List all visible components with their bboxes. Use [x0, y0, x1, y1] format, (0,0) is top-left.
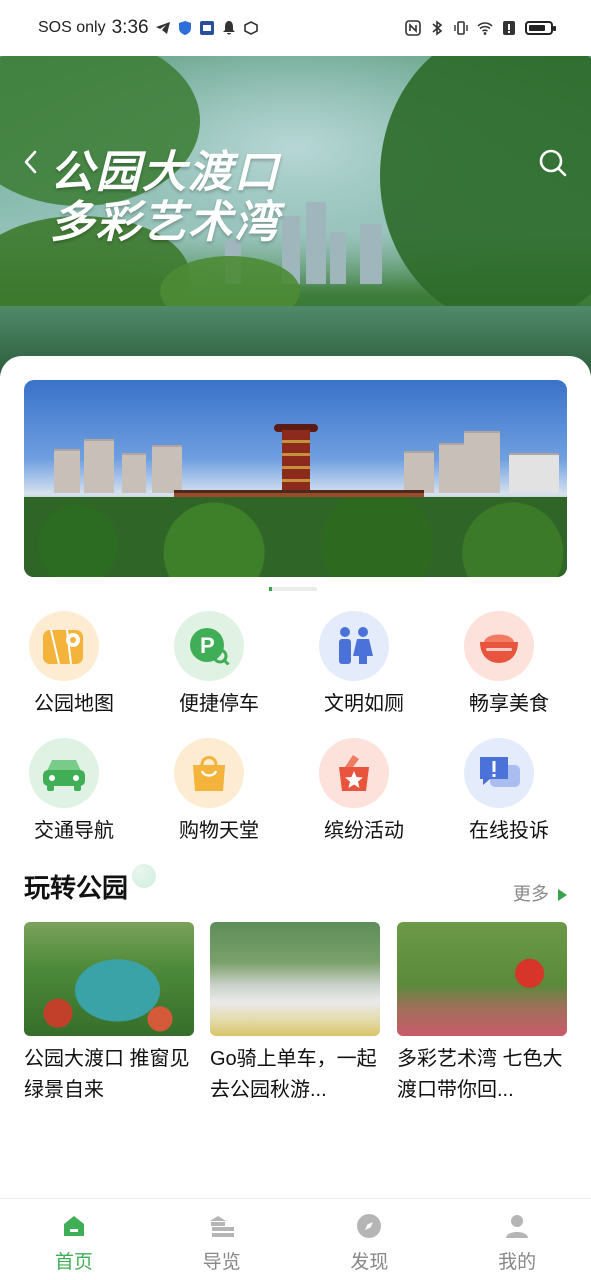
chevron-left-icon[interactable] — [18, 148, 44, 176]
grid-item-activities[interactable]: 缤纷活动 — [314, 736, 459, 854]
carousel-dot-active — [269, 587, 272, 591]
carousel-banner[interactable] — [24, 380, 567, 577]
activity-star-icon — [339, 755, 369, 791]
grid-item-label: 缤纷活动 — [324, 820, 404, 842]
profile-icon — [506, 1215, 529, 1238]
bluetooth-icon — [432, 20, 443, 36]
bell-icon — [222, 21, 235, 35]
grid-item-label: 畅享美食 — [469, 693, 549, 715]
telegram-icon — [155, 22, 170, 34]
status-bar: SOS only 3:36 — [0, 0, 591, 56]
parking-icon: P — [190, 628, 231, 666]
article-thumbnail — [397, 922, 567, 1036]
complaint-chat-icon — [480, 757, 520, 787]
article-thumbnail — [24, 922, 194, 1036]
grid-item-food[interactable]: 畅享美食 — [459, 609, 591, 727]
clock: 3:36 — [111, 17, 149, 38]
nav-guide[interactable]: 导览 — [148, 1199, 296, 1280]
bottom-nav: 首页 导览 发现 我的 — [0, 1198, 591, 1280]
grid-item-complaint[interactable]: 在线投诉 — [459, 736, 591, 854]
nav-label: 导览 — [202, 1252, 241, 1273]
hero-banner: 公园大渡口 多彩艺术湾 — [0, 56, 591, 376]
carrier-text: SOS only — [38, 19, 106, 36]
grid-item-label: 在线投诉 — [469, 820, 549, 842]
car-icon — [43, 760, 85, 791]
nav-label: 我的 — [498, 1252, 537, 1273]
article-card[interactable]: 公园大渡口 推窗见绿景自来 — [24, 922, 194, 1106]
food-bowl-icon — [480, 634, 518, 663]
grid-item-parking[interactable]: P 便捷停车 — [169, 609, 314, 727]
nfc-icon — [405, 20, 421, 36]
content-card: 公园地图 P 便捷停车 文明如厕 畅享美食 交通导航 购物天堂 缤纷活动 在线投… — [0, 356, 591, 1198]
wifi-icon — [477, 22, 493, 35]
section-title-decoration — [132, 864, 156, 888]
app-notification-icon — [199, 21, 214, 35]
home-icon — [63, 1216, 84, 1236]
banner-building — [464, 431, 500, 493]
skyline-building — [330, 232, 346, 284]
hero-title-line-1: 公园大渡口 — [50, 148, 280, 197]
article-title: 多彩艺术湾 七色大渡口带你回... — [397, 1048, 563, 1101]
banner-building — [84, 439, 114, 493]
grid-item-label: 便捷停车 — [179, 693, 259, 715]
article-card[interactable]: Go骑上单车，一起去公园秋游... — [210, 922, 380, 1106]
nav-discover[interactable]: 发现 — [296, 1199, 444, 1280]
banner-building — [509, 453, 559, 493]
alert-icon — [503, 21, 515, 35]
banner-building — [122, 453, 146, 493]
banner-building — [152, 445, 182, 493]
shopping-bag-icon — [193, 756, 225, 791]
restroom-icon — [339, 627, 373, 664]
triangle-right-icon[interactable] — [558, 889, 567, 901]
shield-icon — [178, 21, 191, 35]
section-title: 玩转公园 — [24, 873, 129, 903]
nav-label: 首页 — [54, 1252, 93, 1273]
skyline-building — [306, 202, 326, 284]
banner-building — [439, 443, 467, 493]
skyline-building — [360, 224, 382, 284]
article-thumbnail — [210, 922, 380, 1036]
article-title: Go骑上单车，一起去公园秋游... — [210, 1048, 377, 1101]
hero-title: 公园大渡口 多彩艺术湾 — [50, 148, 280, 248]
grid-item-park-map[interactable]: 公园地图 — [24, 609, 169, 727]
grid-item-restroom[interactable]: 文明如厕 — [314, 609, 459, 727]
grid-item-label: 公园地图 — [34, 693, 114, 715]
search-icon[interactable] — [538, 148, 568, 178]
nav-label: 发现 — [350, 1252, 389, 1273]
grid-item-label: 文明如厕 — [324, 693, 404, 715]
grid-item-label: 购物天堂 — [179, 820, 259, 842]
guide-icon — [209, 1216, 234, 1237]
grid-item-shopping[interactable]: 购物天堂 — [169, 736, 314, 854]
nav-home[interactable]: 首页 — [0, 1199, 148, 1280]
banner-trees — [24, 497, 567, 577]
vibrate-icon — [454, 21, 468, 35]
article-title: 公园大渡口 推窗见绿景自来 — [24, 1048, 190, 1101]
carousel-indicator — [269, 587, 317, 591]
hero-title-line-2: 多彩艺术湾 — [50, 198, 280, 247]
grid-item-label: 交通导航 — [34, 820, 114, 842]
compass-icon — [357, 1214, 382, 1238]
more-link[interactable]: 更多 — [513, 880, 549, 906]
nav-profile[interactable]: 我的 — [443, 1199, 591, 1280]
map-icon — [43, 629, 83, 665]
grid-item-traffic[interactable]: 交通导航 — [24, 736, 169, 854]
box-icon — [243, 21, 258, 35]
battery-icon — [525, 21, 556, 35]
article-card[interactable]: 多彩艺术湾 七色大渡口带你回... — [397, 922, 567, 1106]
banner-building — [404, 451, 434, 493]
svg-text:P: P — [200, 633, 215, 658]
banner-building — [54, 449, 80, 493]
